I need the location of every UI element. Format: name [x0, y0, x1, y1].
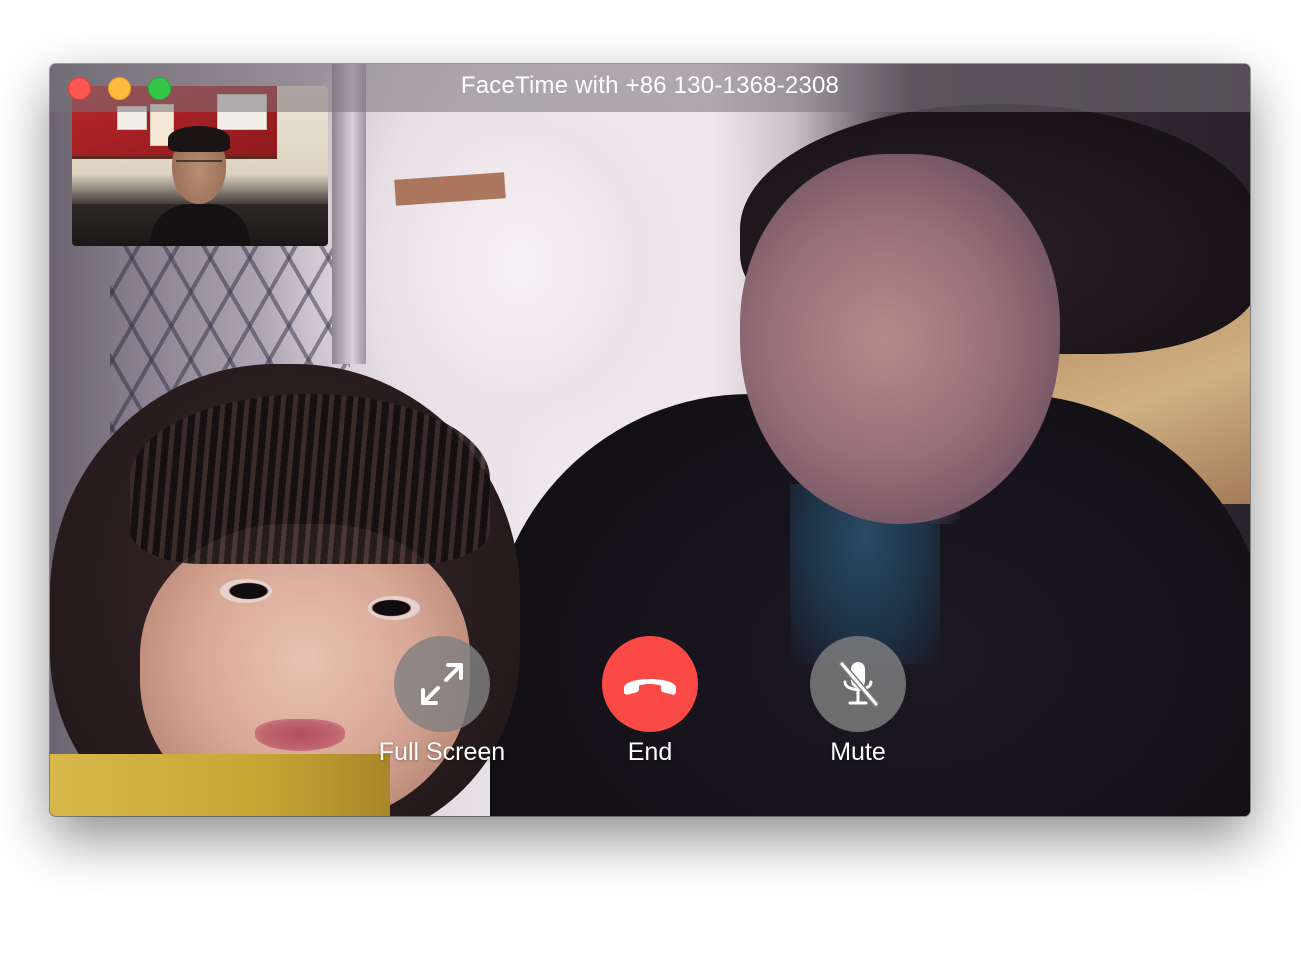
remote-person-child-shirt: [50, 754, 390, 816]
full-screen-label: Full Screen: [378, 738, 506, 766]
title-bar[interactable]: FaceTime with +86 130-1368-2308: [50, 64, 1250, 112]
end-call-button[interactable]: [602, 636, 698, 732]
remote-person-child-right-eye: [368, 596, 420, 620]
background-wood-beam: [394, 172, 506, 206]
window-title: FaceTime with +86 130-1368-2308: [460, 72, 840, 99]
self-preview-person-hair: [168, 126, 230, 152]
phone-hangup-icon: [624, 679, 676, 695]
remote-person-adult-face: [740, 154, 1060, 524]
full-screen-control: Full Screen: [362, 636, 522, 767]
expand-arrows-icon: [421, 663, 463, 705]
facetime-window: FaceTime with +86 130-1368-2308 Full Scr…: [50, 64, 1250, 816]
mute-control: Mute: [778, 636, 938, 767]
mute-label: Mute: [830, 738, 886, 766]
end-call-label: End: [627, 738, 673, 766]
remote-person-child-bangs: [130, 394, 490, 564]
microphone-muted-icon: [839, 661, 879, 707]
end-call-control: End: [570, 636, 730, 767]
remote-person-child-left-eye: [220, 579, 272, 603]
remote-person-child-mouth: [255, 719, 345, 751]
mute-button[interactable]: [810, 636, 906, 732]
full-screen-button[interactable]: [394, 636, 490, 732]
self-preview-person-glasses: [176, 160, 222, 172]
